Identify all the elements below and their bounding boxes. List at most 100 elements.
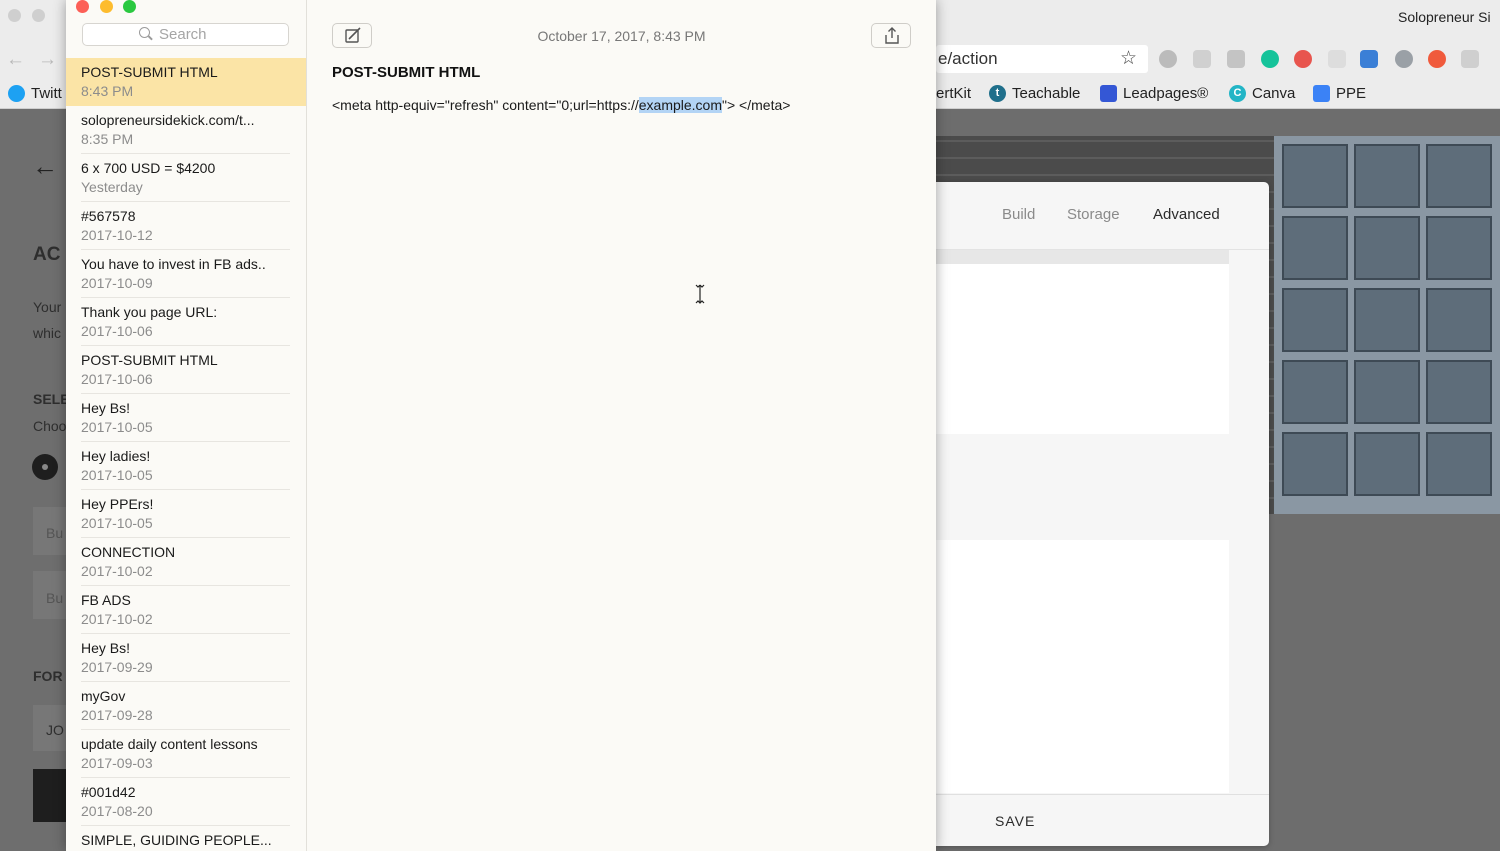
note-date: 8:43 PM	[81, 83, 134, 99]
minimize-icon[interactable]	[100, 0, 113, 13]
note-body-text: "> </meta>	[722, 97, 791, 113]
tab-advanced[interactable]: Advanced	[1153, 206, 1220, 223]
camera-icon[interactable]	[1227, 50, 1245, 68]
page-fragment: Choo	[33, 418, 66, 434]
tab-build[interactable]: Build	[1002, 206, 1035, 223]
note-title: myGov	[81, 688, 126, 704]
note-title: Hey PPErs!	[81, 496, 154, 512]
note-title: update daily content lessons	[81, 736, 258, 752]
note-list-item[interactable]: CONNECTION 2017-10-02	[66, 538, 306, 586]
note-list-item[interactable]: Hey Bs! 2017-09-29	[66, 634, 306, 682]
back-arrow-icon[interactable]: ←	[6, 49, 25, 71]
note-list-item[interactable]: POST-SUBMIT HTML 2017-10-06	[66, 346, 306, 394]
extension-icon[interactable]	[1328, 50, 1346, 68]
radio-icon[interactable]	[32, 454, 58, 480]
code-icon[interactable]	[1461, 50, 1479, 68]
note-list-item[interactable]: Hey PPErs! 2017-10-05	[66, 490, 306, 538]
bookmark-label: Canva	[1252, 84, 1296, 102]
note-list-item[interactable]: update daily content lessons 2017-09-03	[66, 730, 306, 778]
bookmark-convertkit[interactable]: ertKit	[936, 83, 971, 103]
note-list-item[interactable]: POST-SUBMIT HTML 8:43 PM	[66, 58, 306, 106]
note-date: 2017-10-02	[81, 563, 153, 579]
note-body[interactable]: <meta http-equiv="refresh" content="0;ur…	[332, 97, 790, 113]
note-list-item[interactable]: solopreneursidekick.com/t... 8:35 PM	[66, 106, 306, 154]
note-list-item[interactable]: 6 x 700 USD = $4200 Yesterday	[66, 154, 306, 202]
star-icon[interactable]: ☆	[1120, 47, 1137, 70]
note-body-text: <meta http-equiv="refresh" content="0;ur…	[332, 97, 639, 113]
bookmark-ppe[interactable]: PPE	[1313, 83, 1366, 103]
ppe-icon	[1313, 84, 1330, 102]
code-field[interactable]	[936, 540, 1229, 793]
minimize-icon[interactable]	[32, 9, 45, 22]
panel-footer: SAVE	[936, 794, 1269, 847]
note-date: 8:35 PM	[81, 131, 134, 147]
bookmark-label: ertKit	[936, 84, 972, 102]
text-cursor-icon	[695, 284, 705, 304]
note-list-item[interactable]: FB ADS 2017-10-02	[66, 586, 306, 634]
extension-icon[interactable]	[1395, 50, 1413, 68]
code-field[interactable]	[936, 264, 1229, 434]
note-title: Hey ladies!	[81, 448, 151, 464]
note-title: Hey Bs!	[81, 640, 131, 656]
bookmark-leadpages[interactable]: Leadpages®	[1100, 83, 1208, 103]
note-title: SIMPLE, GUIDING PEOPLE...	[81, 832, 272, 848]
note-list-item[interactable]: Hey Bs! 2017-10-05	[66, 394, 306, 442]
window-title: Solopreneur Si	[1398, 9, 1491, 25]
dark-button[interactable]	[33, 769, 66, 822]
notes-window: Search POST-SUBMIT HTML 8:43 PM solopreneu…	[66, 0, 936, 851]
bookmark-label: PPE	[1336, 84, 1367, 102]
page-fragment: Bu	[46, 525, 64, 541]
note-date: 2017-10-05	[81, 419, 153, 435]
share-button[interactable]	[871, 23, 911, 48]
note-editor[interactable]: October 17, 2017, 8:43 PM POST-SUBMIT HT…	[307, 0, 936, 851]
bookmark-teachable[interactable]: t Teachable	[989, 83, 1080, 103]
extension-icon[interactable]	[1360, 50, 1378, 68]
note-list: POST-SUBMIT HTML 8:43 PM solopreneursideki…	[66, 58, 306, 851]
search-placeholder: Search	[159, 26, 207, 43]
page-fragment: Bu	[46, 590, 64, 606]
note-list-item[interactable]: You have to invest in FB ads.. 2017-10-09	[66, 250, 306, 298]
close-icon[interactable]	[8, 9, 21, 22]
note-title: solopreneursidekick.com/t...	[81, 112, 255, 128]
bookmark-label: Twitt	[31, 84, 62, 102]
note-title: CONNECTION	[81, 544, 176, 560]
note-heading[interactable]: POST-SUBMIT HTML	[332, 64, 480, 81]
extension-icon[interactable]	[1159, 50, 1177, 68]
note-title: Hey Bs!	[81, 400, 131, 416]
note-date: 2017-08-20	[81, 803, 153, 819]
note-date: Yesterday	[81, 179, 143, 195]
leadpages-icon	[1100, 84, 1117, 102]
note-date: 2017-10-05	[81, 467, 153, 483]
note-date: 2017-10-06	[81, 323, 153, 339]
zoom-icon[interactable]	[123, 0, 136, 13]
note-date: 2017-10-09	[81, 275, 153, 291]
extension-icon[interactable]	[1428, 50, 1446, 68]
background-page-left: ← AC Your whic SELE Choo Bu Bu FOR JO	[0, 109, 66, 851]
note-list-item[interactable]: SIMPLE, GUIDING PEOPLE...	[66, 826, 306, 851]
page-fragment: Your	[33, 299, 62, 315]
address-bar[interactable]: e/action ☆	[936, 45, 1148, 73]
url-text: e/action	[938, 49, 998, 68]
note-title: You have to invest in FB ads..	[81, 256, 266, 272]
note-list-item[interactable]: Hey ladies! 2017-10-05	[66, 442, 306, 490]
search-icon	[139, 27, 150, 38]
save-button[interactable]: SAVE	[995, 813, 1035, 829]
teachable-icon: t	[989, 84, 1006, 102]
search-input[interactable]: Search	[82, 23, 289, 46]
note-list-item[interactable]: Thank you page URL: 2017-10-06	[66, 298, 306, 346]
grammarly-icon[interactable]	[1261, 50, 1279, 68]
note-list-item[interactable]: #567578 2017-10-12	[66, 202, 306, 250]
tab-storage[interactable]: Storage	[1067, 206, 1120, 223]
note-date: 2017-10-06	[81, 371, 153, 387]
note-list-item[interactable]: #001d42 2017-08-20	[66, 778, 306, 826]
back-arrow-icon[interactable]: ←	[32, 151, 58, 182]
bookmark-canva[interactable]: C Canva	[1229, 83, 1295, 103]
note-date: 2017-09-28	[81, 707, 153, 723]
bookmark-twitter[interactable]: Twitt	[8, 83, 62, 103]
close-icon[interactable]	[76, 0, 89, 13]
note-title: #567578	[81, 208, 136, 224]
forward-arrow-icon[interactable]: →	[38, 49, 57, 71]
note-list-item[interactable]: myGov 2017-09-28	[66, 682, 306, 730]
extension-icon[interactable]	[1294, 50, 1312, 68]
extension-icon[interactable]	[1193, 50, 1211, 68]
